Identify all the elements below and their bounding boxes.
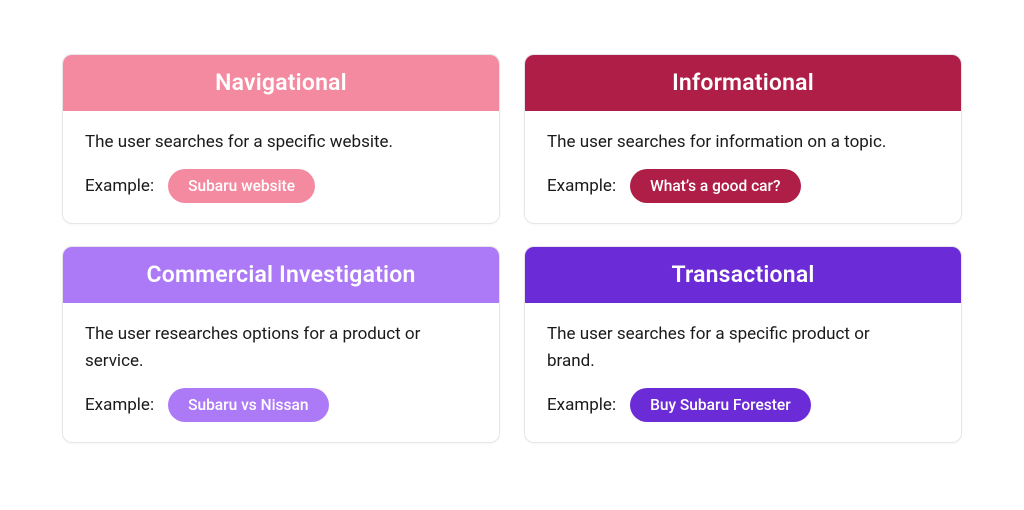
example-label: Example: bbox=[85, 176, 154, 196]
search-intent-grid: Navigational The user searches for a spe… bbox=[62, 54, 962, 443]
card-navigational: Navigational The user searches for a spe… bbox=[62, 54, 500, 224]
card-description: The user searches for a specific product… bbox=[547, 321, 887, 374]
card-commercial-investigation: Commercial Investigation The user resear… bbox=[62, 246, 500, 443]
example-row: Example: Subaru vs Nissan bbox=[85, 388, 477, 422]
example-pill: Buy Subaru Forester bbox=[630, 388, 811, 422]
card-header: Informational bbox=[525, 55, 961, 111]
card-body: The user searches for information on a t… bbox=[525, 111, 961, 223]
card-header: Transactional bbox=[525, 247, 961, 303]
example-pill: Subaru website bbox=[168, 169, 315, 203]
example-pill: Subaru vs Nissan bbox=[168, 388, 328, 422]
card-header: Commercial Investigation bbox=[63, 247, 499, 303]
card-header: Navigational bbox=[63, 55, 499, 111]
card-description: The user searches for information on a t… bbox=[547, 129, 887, 155]
card-description: The user searches for a specific website… bbox=[85, 129, 425, 155]
example-row: Example: What’s a good car? bbox=[547, 169, 939, 203]
example-row: Example: Buy Subaru Forester bbox=[547, 388, 939, 422]
example-label: Example: bbox=[547, 176, 616, 196]
example-row: Example: Subaru website bbox=[85, 169, 477, 203]
example-label: Example: bbox=[85, 395, 154, 415]
card-description: The user researches options for a produc… bbox=[85, 321, 425, 374]
card-body: The user searches for a specific product… bbox=[525, 303, 961, 442]
card-transactional: Transactional The user searches for a sp… bbox=[524, 246, 962, 443]
card-body: The user searches for a specific website… bbox=[63, 111, 499, 223]
card-body: The user researches options for a produc… bbox=[63, 303, 499, 442]
example-pill: What’s a good car? bbox=[630, 169, 800, 203]
example-label: Example: bbox=[547, 395, 616, 415]
card-informational: Informational The user searches for info… bbox=[524, 54, 962, 224]
